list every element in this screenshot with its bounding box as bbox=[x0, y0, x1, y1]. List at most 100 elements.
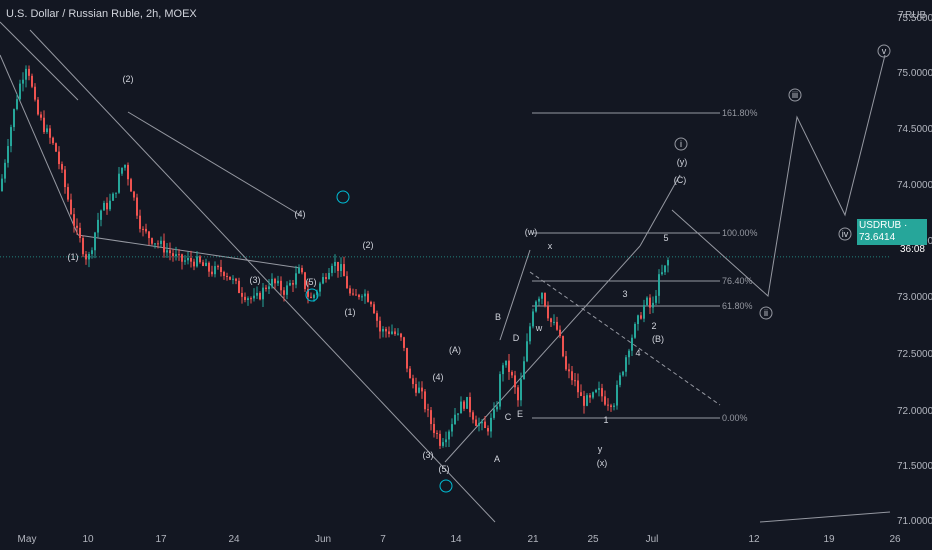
trend-line bbox=[759, 511, 891, 523]
wave-label: v bbox=[882, 46, 887, 56]
wave-label: (1) bbox=[68, 252, 79, 262]
candle-body bbox=[442, 442, 444, 446]
candle-body bbox=[583, 396, 585, 406]
candle-body bbox=[664, 265, 666, 273]
candle-body bbox=[121, 167, 123, 174]
candle-body bbox=[649, 297, 651, 308]
candle-body bbox=[646, 297, 648, 306]
trend-line bbox=[77, 234, 301, 269]
candle-body bbox=[241, 292, 243, 297]
candle-body bbox=[184, 260, 186, 262]
candle-body bbox=[382, 328, 384, 332]
wave-label: (3) bbox=[250, 275, 261, 285]
candle-body bbox=[262, 287, 264, 300]
candle-body bbox=[616, 384, 618, 406]
symbol-label: USDRUB bbox=[859, 220, 902, 231]
candle-body bbox=[133, 191, 135, 198]
candle-body bbox=[469, 397, 471, 413]
candle-body bbox=[397, 333, 399, 335]
candle-body bbox=[532, 311, 534, 327]
candle-body bbox=[172, 253, 174, 257]
trend-line bbox=[127, 111, 301, 216]
currency-label: RUB bbox=[905, 10, 926, 21]
candle-body bbox=[391, 331, 393, 334]
candle-body bbox=[226, 275, 228, 277]
y-tick-label: 71.5000 bbox=[897, 461, 932, 472]
fibonacci-levels: 161.80%100.00%76.40%61.80%0.00% bbox=[0, 108, 890, 423]
candle-body bbox=[94, 232, 96, 251]
candle-body bbox=[10, 127, 12, 147]
candle-body bbox=[361, 296, 363, 298]
x-tick-label: 21 bbox=[527, 534, 539, 545]
candle-body bbox=[250, 298, 252, 300]
wave-label: 3 bbox=[622, 289, 627, 299]
x-tick-label: 24 bbox=[228, 534, 240, 545]
candle-body bbox=[367, 293, 369, 302]
candle-body bbox=[22, 79, 24, 84]
y-tick-label: 74.5000 bbox=[897, 124, 932, 135]
candle-body bbox=[496, 406, 498, 410]
candle-body bbox=[502, 365, 504, 375]
candle-body bbox=[34, 86, 36, 100]
candle-body bbox=[463, 401, 465, 409]
candle-body bbox=[79, 227, 81, 239]
candle-body bbox=[160, 240, 162, 245]
candle-body bbox=[511, 371, 513, 376]
candle-body bbox=[472, 412, 474, 420]
x-tick-label: 26 bbox=[889, 534, 901, 545]
candle-body bbox=[139, 215, 141, 229]
candle-body bbox=[655, 295, 657, 303]
candle-body bbox=[535, 301, 537, 312]
candle-body bbox=[166, 250, 168, 253]
candle-body bbox=[16, 99, 18, 110]
candle-body bbox=[553, 321, 555, 323]
wave-label: (4) bbox=[295, 209, 306, 219]
candle-body bbox=[346, 276, 348, 289]
wave-label: (y) bbox=[677, 157, 688, 167]
candle-body bbox=[211, 271, 213, 275]
candle-body bbox=[313, 294, 315, 298]
candle-body bbox=[55, 143, 57, 152]
candle-body bbox=[223, 271, 225, 276]
candle-body bbox=[202, 262, 204, 267]
x-tick-label: 17 bbox=[155, 534, 167, 545]
candle-body bbox=[415, 384, 417, 393]
candle-body bbox=[187, 257, 189, 261]
candle-body bbox=[91, 250, 93, 254]
candle-body bbox=[559, 329, 561, 337]
candle-body bbox=[148, 231, 150, 239]
candle-body bbox=[658, 274, 660, 296]
candle-body bbox=[37, 99, 39, 115]
candle-body bbox=[643, 305, 645, 319]
candle-body bbox=[142, 228, 144, 230]
candle-body bbox=[445, 439, 447, 443]
candle-body bbox=[373, 304, 375, 314]
candle-body bbox=[487, 428, 489, 432]
wave-label: (w) bbox=[525, 227, 538, 237]
candle-body bbox=[214, 266, 216, 275]
candle-body bbox=[340, 264, 342, 271]
candle-body bbox=[550, 318, 552, 323]
wave-label: (3) bbox=[423, 450, 434, 460]
candle-body bbox=[61, 164, 63, 170]
candle-body bbox=[412, 378, 414, 385]
price-chart[interactable]: 161.80%100.00%76.40%61.80%0.00% (1)(2)(3… bbox=[0, 0, 932, 550]
candle-body bbox=[667, 260, 669, 266]
candle-body bbox=[151, 238, 153, 244]
y-tick-label: 72.0000 bbox=[897, 406, 932, 417]
candle-body bbox=[310, 296, 312, 298]
fib-label: 161.80% bbox=[722, 108, 758, 118]
candle-body bbox=[595, 389, 597, 393]
x-tick-label: 25 bbox=[587, 534, 599, 545]
candle-body bbox=[88, 253, 90, 260]
candle-body bbox=[337, 261, 339, 271]
candle-body bbox=[499, 374, 501, 407]
candle-body bbox=[628, 350, 630, 358]
candle-body bbox=[235, 278, 237, 281]
candle-body bbox=[106, 202, 108, 210]
candle-body bbox=[529, 326, 531, 342]
candle-body bbox=[13, 109, 15, 128]
x-tick-label: 19 bbox=[823, 534, 835, 545]
wave-label: ii bbox=[764, 308, 768, 318]
candle-body bbox=[577, 380, 579, 393]
